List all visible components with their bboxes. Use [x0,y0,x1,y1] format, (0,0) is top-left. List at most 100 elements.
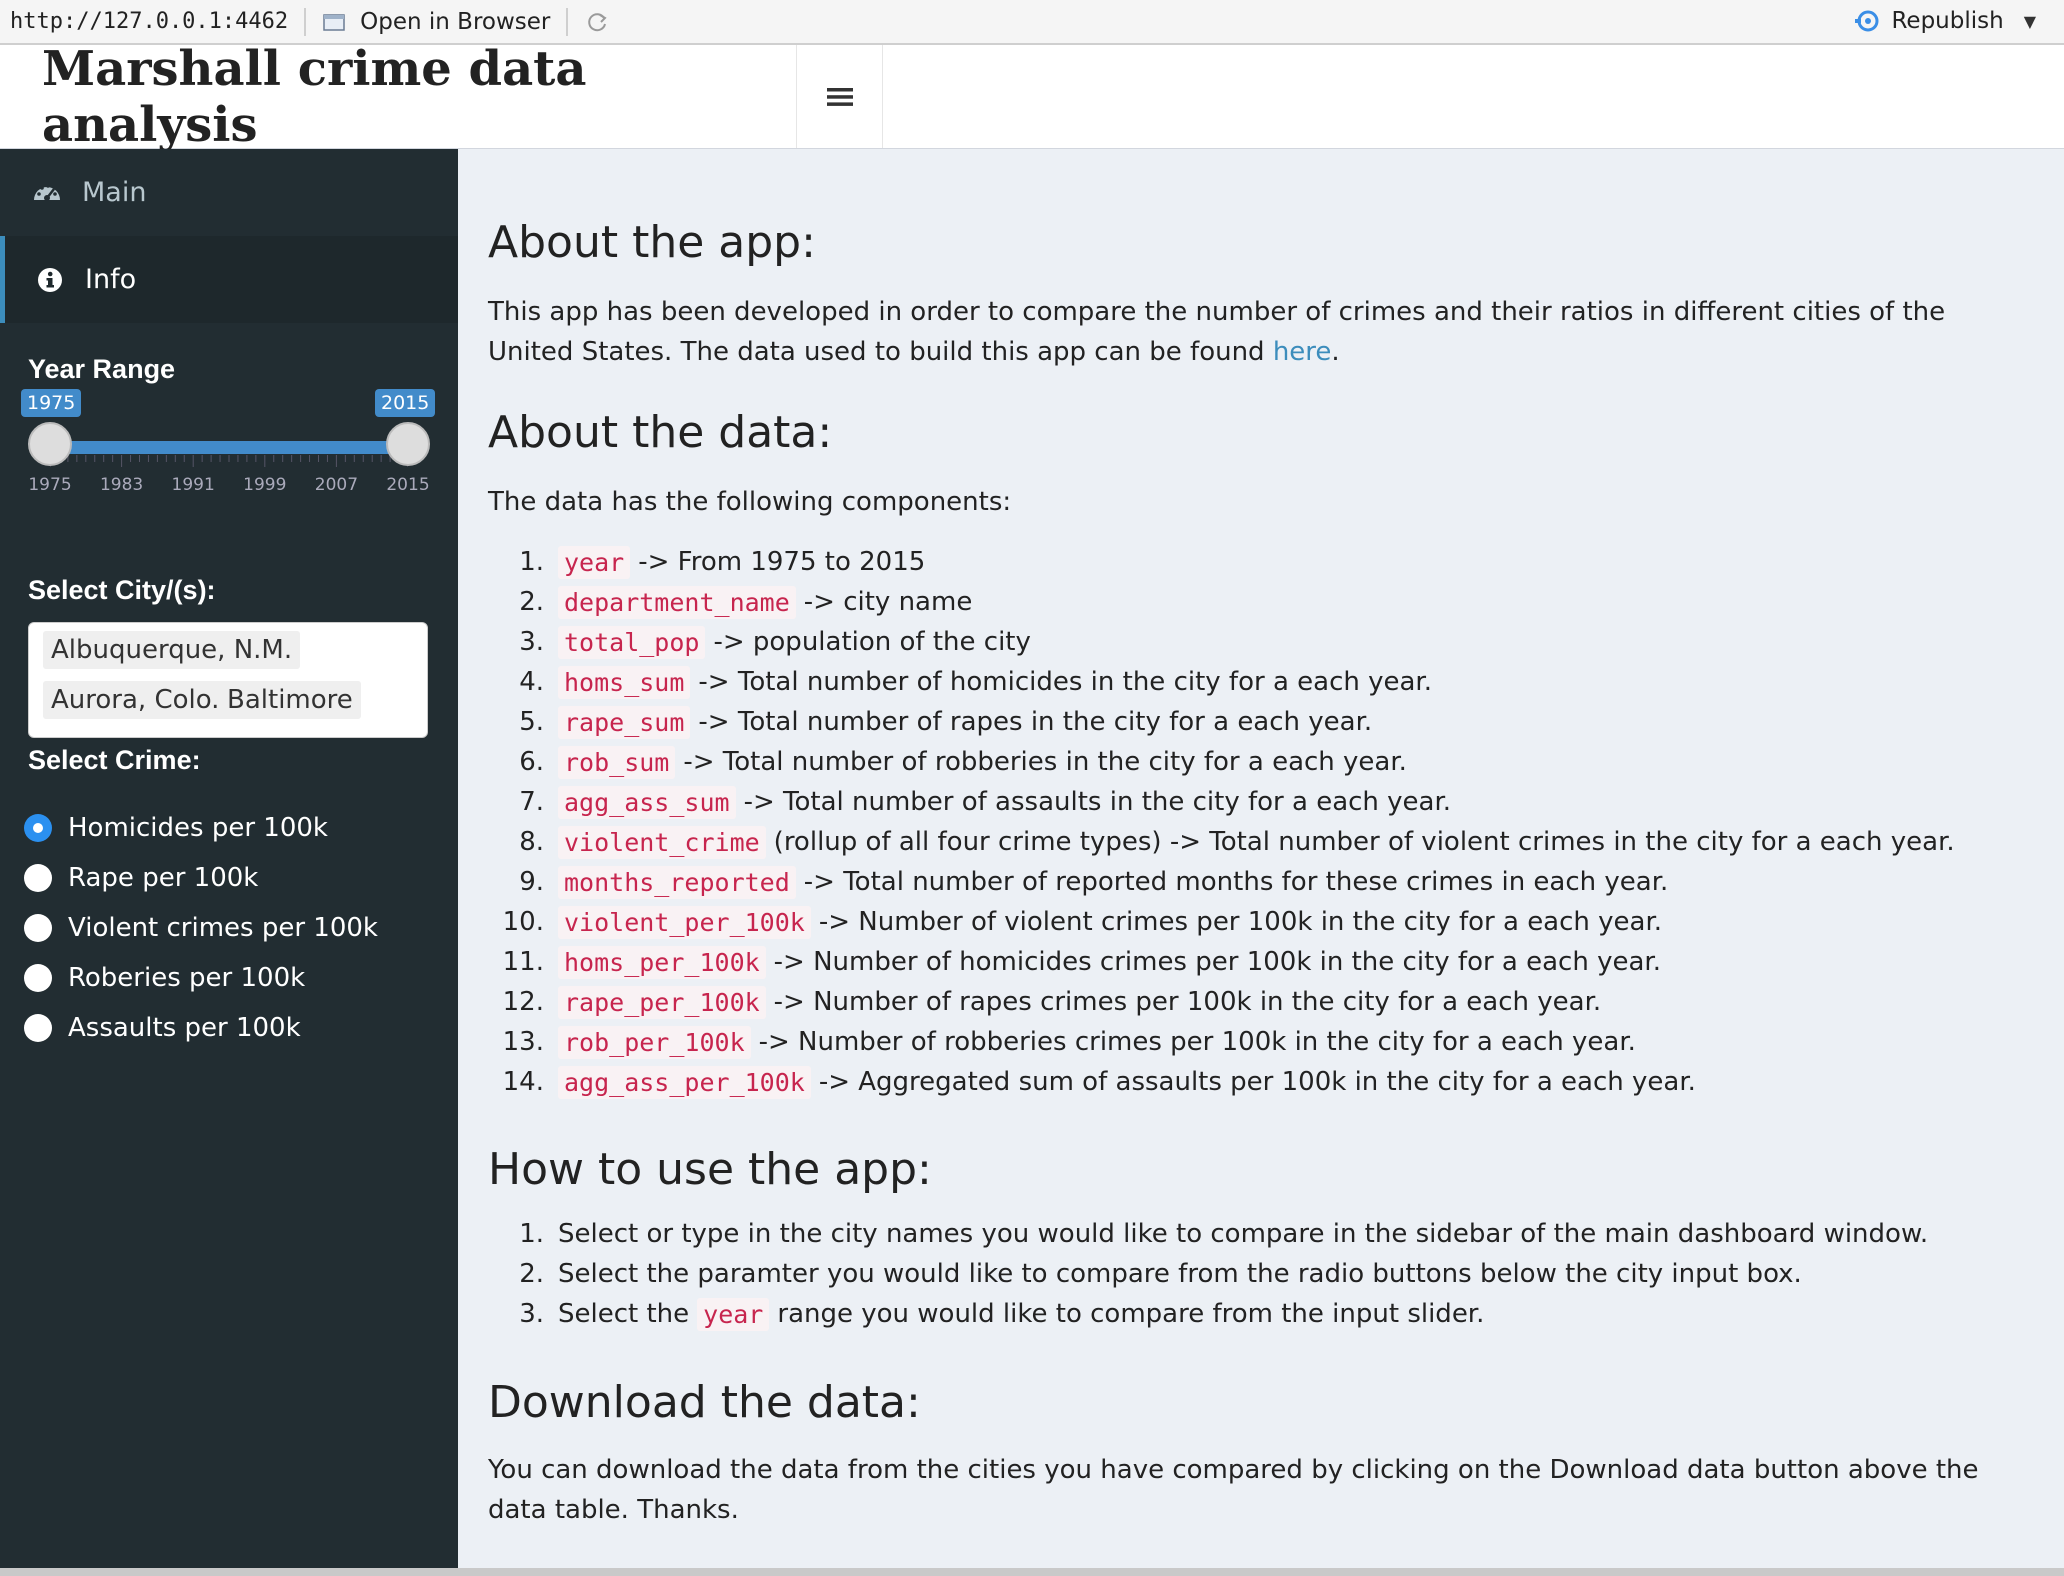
list-item: 10. violent_per_100k -> Number of violent … [488,902,2048,942]
radio-button[interactable] [24,1014,52,1042]
refresh-icon[interactable] [584,9,610,35]
list-item: 14. agg_ass_per_100k -> Aggregated sum of … [488,1062,2048,1102]
list-item: 6. rob_sum -> Total number of robberies in… [488,742,2048,782]
open-in-browser-button[interactable]: Open in Browser [322,9,550,35]
slider-min-badge: 1975 [21,389,82,417]
field-code: department_name [558,585,796,619]
year-range-slider[interactable]: 1975 2015 1975 1983 1991 1999 2007 2015 [21,389,436,509]
url-text[interactable]: http://127.0.0.1:4462 [0,9,288,34]
radio-button[interactable] [24,814,52,842]
radio-option-rape[interactable]: Rape per 100k [24,863,258,893]
list-text: Select the paramter you would like to co… [558,1259,1802,1289]
radio-label: Roberies per 100k [68,963,306,993]
list-text: -> Total number of homicides in the city… [698,667,1432,697]
download-heading: Download the data: [488,1377,921,1428]
info-circle-icon [35,265,65,295]
year-range-label: Year Range [28,354,176,384]
list-number: 10. [502,907,544,937]
list-number: 1. [519,1219,544,1249]
list-text: -> Number of rapes crimes per 100k in th… [773,987,1602,1017]
about-data-intro: The data has the following components: [488,487,1012,517]
tick-label: 1983 [99,475,144,495]
chevron-down-icon[interactable]: ▼ [2024,12,2036,31]
about-app-text-end: . [1331,337,1340,367]
sidebar-item-main[interactable]: Main [0,149,458,236]
list-number: 3. [519,1299,544,1329]
hamburger-icon [826,87,853,106]
slider-track[interactable] [50,441,408,454]
list-number: 2. [519,587,544,617]
list-item: 9. months_reported -> Total number of repo… [488,862,2048,902]
sidebar-item-info[interactable]: Info [0,236,458,323]
list-text: -> Total number of robberies in the city… [683,747,1407,777]
sidebar-toggle-button[interactable] [797,45,883,148]
sidebar-item-label: Main [82,177,147,208]
list-number: 3. [519,627,544,657]
list-number: 6. [519,747,544,777]
list-text: (rollup of all four crime types) -> Tota… [773,827,1955,857]
field-code: agg_ass_sum [558,785,736,819]
republish-icon [1855,10,1879,32]
list-text: -> city name [803,587,973,617]
browser-window-icon [323,13,345,31]
field-code: violent_per_100k [558,905,811,939]
list-number: 5. [519,707,544,737]
field-code: total_pop [558,625,706,659]
radio-button[interactable] [24,914,52,942]
city-chip[interactable]: Baltimore [219,681,361,719]
radio-label: Assaults per 100k [68,1013,301,1043]
list-item: 2. Select the paramter you would like to … [488,1254,2048,1294]
list-text: -> Total number of rapes in the city for… [698,707,1373,737]
list-number: 2. [519,1259,544,1289]
data-components-list: 1. year -> From 1975 to 2015 2. department_… [488,542,2048,1102]
list-number: 8. [519,827,544,857]
slider-max-handle[interactable] [386,422,430,466]
list-item: 7. agg_ass_sum -> Total number of assaults… [488,782,2048,822]
list-number: 11. [502,947,544,977]
radio-label: Homicides per 100k [68,813,328,843]
radio-option-roberies[interactable]: Roberies per 100k [24,963,305,993]
radio-button[interactable] [24,864,52,892]
field-code: year [558,545,631,579]
browser-toolbar: http://127.0.0.1:4462 Open in Browser Re… [0,0,2064,45]
field-code: year [697,1297,770,1331]
list-item: 2. department_name -> city name [488,582,2048,622]
city-chip[interactable]: Albuquerque, N.M. [43,631,301,669]
republish-button[interactable]: Republish ▼ [1855,8,2036,34]
field-code: violent_crime [558,825,766,859]
field-code: homs_sum [558,665,691,699]
slider-max-badge: 2015 [375,389,436,417]
list-number: 7. [519,787,544,817]
dashboard-icon [32,178,62,208]
toolbar-divider [566,7,569,36]
dashboard-header: Marshall crime data analysis [0,41,2064,153]
list-item: 13. rob_per_100k -> Number of robberies cr… [488,1022,2048,1062]
list-text: Select the [558,1299,690,1329]
radio-option-assaults[interactable]: Assaults per 100k [24,1013,301,1043]
data-source-link[interactable]: here [1273,337,1332,367]
download-text: You can download the data from the citie… [488,1455,1979,1525]
list-text: -> From 1975 to 2015 [638,547,926,577]
slider-min-handle[interactable] [28,422,72,466]
list-text: range you would like to compare from the… [777,1299,1485,1329]
list-number: 14. [502,1067,544,1097]
field-code: rob_sum [558,745,676,779]
list-text: -> Number of homicides crimes per 100k i… [773,947,1661,977]
about-data-heading: About the data: [488,407,833,458]
field-code: rape_sum [558,705,691,739]
city-chip[interactable]: Aurora, Colo. [43,681,228,719]
list-number: 12. [502,987,544,1017]
radio-option-violent[interactable]: Violent crimes per 100k [24,913,378,943]
tick-label: 2015 [386,475,430,495]
window-bottom-edge [0,1568,2064,1576]
list-item: 1. Select or type in the city names you w… [488,1214,2048,1254]
open-in-browser-label: Open in Browser [360,8,551,35]
radio-button[interactable] [24,964,52,992]
list-item: 3. total_pop -> population of the city [488,622,2048,662]
about-app-heading: About the app: [488,217,816,268]
list-item: 4. homs_sum -> Total number of homicides i… [488,662,2048,702]
republish-label: Republish [1891,8,2004,34]
city-select-input[interactable]: Albuquerque, N.M. Aurora, Colo. Baltimor… [28,622,428,738]
tick-label: 1975 [28,475,72,495]
radio-option-homicides[interactable]: Homicides per 100k [24,813,328,843]
